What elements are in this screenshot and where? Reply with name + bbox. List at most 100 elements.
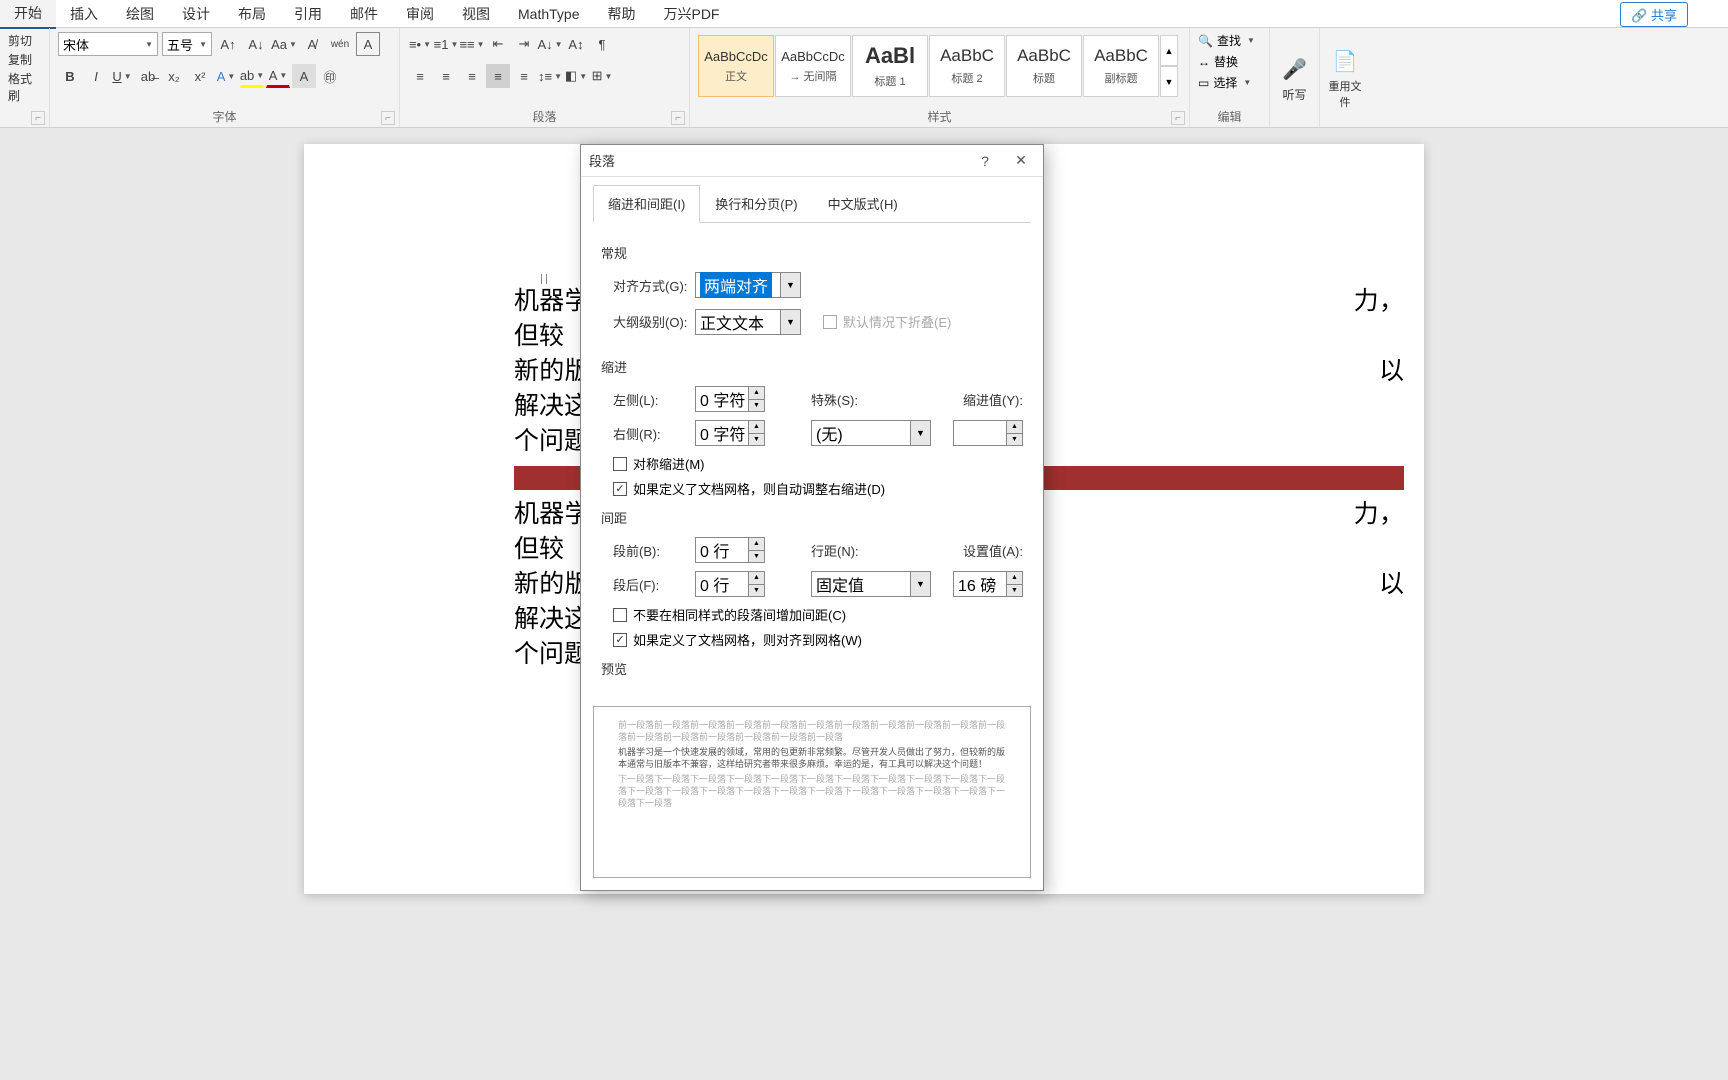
borders-icon[interactable]: ⊞▼ (590, 64, 614, 88)
asian-layout-icon[interactable]: A↕ (564, 32, 588, 56)
special-combo[interactable]: (无) ▼ (811, 420, 931, 446)
spinner-down-icon[interactable]: ▼ (748, 434, 764, 446)
align-right-icon[interactable]: ≡ (460, 64, 484, 88)
tab-layout[interactable]: 布局 (224, 0, 280, 28)
tab-design[interactable]: 设计 (168, 0, 224, 28)
chevron-down-icon[interactable]: ▼ (910, 572, 930, 596)
spinner-down-icon[interactable]: ▼ (748, 400, 764, 412)
tab-review[interactable]: 审阅 (392, 0, 448, 28)
increase-indent-icon[interactable]: ⇥ (512, 32, 536, 56)
outline-combo[interactable]: 正文文本 ▼ (695, 309, 801, 335)
font-launcher[interactable]: ⌐ (381, 111, 395, 125)
spinner-up-icon[interactable]: ▲ (748, 538, 764, 551)
spinner-down-icon[interactable]: ▼ (1006, 434, 1022, 446)
cut-button[interactable]: 剪切 (8, 32, 41, 49)
dialog-titlebar[interactable]: 段落 ? ✕ (581, 145, 1043, 177)
linespacing-combo[interactable]: 固定值 ▼ (811, 571, 931, 597)
align-center-icon[interactable]: ≡ (434, 64, 458, 88)
find-button[interactable]: 🔍查找▼ (1198, 32, 1261, 49)
spinner-up-icon[interactable]: ▲ (748, 572, 764, 585)
text-effects-icon[interactable]: A▼ (214, 64, 238, 88)
char-shading-icon[interactable]: A (292, 64, 316, 88)
spinner-up-icon[interactable]: ▲ (1006, 572, 1022, 585)
style-title[interactable]: AaBbC 标题 (1006, 35, 1082, 97)
sort-icon[interactable]: A↓▼ (538, 32, 562, 56)
subscript-icon[interactable]: x₂ (162, 64, 186, 88)
tab-asian[interactable]: 中文版式(H) (813, 185, 913, 222)
superscript-icon[interactable]: x² (188, 64, 212, 88)
tab-insert[interactable]: 插入 (56, 0, 112, 28)
snap-grid-checkbox[interactable] (613, 633, 627, 647)
spinner-down-icon[interactable]: ▼ (748, 551, 764, 563)
chevron-down-icon[interactable]: ▼ (910, 421, 930, 445)
underline-icon[interactable]: U▼ (110, 64, 134, 88)
mirror-indent-checkbox[interactable] (613, 457, 627, 471)
char-border-icon[interactable]: A (356, 32, 380, 56)
clear-format-icon[interactable]: A̸ (300, 32, 324, 56)
spinner-down-icon[interactable]: ▼ (748, 585, 764, 597)
spinner-up-icon[interactable]: ▲ (748, 421, 764, 434)
styles-more-icon[interactable]: ▼ (1160, 66, 1178, 97)
highlight-icon[interactable]: ab▼ (240, 64, 264, 88)
tab-mathtype[interactable]: MathType (504, 2, 593, 26)
tab-home[interactable]: 开始 (0, 0, 56, 29)
tab-help[interactable]: 帮助 (593, 0, 649, 28)
auto-right-indent-checkbox[interactable] (613, 482, 627, 496)
paragraph-launcher[interactable]: ⌐ (671, 111, 685, 125)
tab-indents[interactable]: 缩进和间距(I) (593, 185, 700, 223)
align-left-icon[interactable]: ≡ (408, 64, 432, 88)
multilevel-icon[interactable]: ≡≡▼ (460, 32, 484, 56)
tab-linebreaks[interactable]: 换行和分页(P) (700, 185, 812, 222)
style-heading1[interactable]: AaBl 标题 1 (852, 35, 928, 97)
help-icon[interactable]: ? (971, 147, 999, 175)
italic-icon[interactable]: I (84, 64, 108, 88)
numbering-icon[interactable]: ≡1▼ (434, 32, 458, 56)
tab-mailings[interactable]: 邮件 (336, 0, 392, 28)
styles-launcher[interactable]: ⌐ (1171, 111, 1185, 125)
show-marks-icon[interactable]: ¶ (590, 32, 614, 56)
font-name-combo[interactable]: 宋体▼ (58, 32, 158, 56)
strike-icon[interactable]: ab̶ (136, 64, 160, 88)
copy-button[interactable]: 复制 (8, 51, 41, 68)
align-justify-icon[interactable]: ≡ (486, 64, 510, 88)
shading-icon[interactable]: ◧▼ (564, 64, 588, 88)
font-color-icon[interactable]: A▼ (266, 64, 290, 88)
align-distribute-icon[interactable]: ≡ (512, 64, 536, 88)
tab-wanxingpdf[interactable]: 万兴PDF (649, 0, 733, 28)
grow-font-icon[interactable]: A↑ (216, 32, 240, 56)
tab-draw[interactable]: 绘图 (112, 0, 168, 28)
space-before-spinner[interactable]: 0 行 ▲▼ (695, 537, 765, 563)
bullets-icon[interactable]: ≡•▼ (408, 32, 432, 56)
alignment-combo[interactable]: 两端对齐 ▼ (695, 272, 801, 298)
font-size-combo[interactable]: 五号▼ (162, 32, 212, 56)
style-subtitle[interactable]: AaBbC 副标题 (1083, 35, 1159, 97)
change-case-icon[interactable]: Aa▼ (272, 32, 296, 56)
select-button[interactable]: ▭选择▼ (1198, 74, 1261, 91)
format-painter-button[interactable]: 格式刷 (8, 70, 41, 104)
bold-icon[interactable]: B (58, 64, 82, 88)
ruler-indent-mark[interactable] (541, 274, 547, 284)
style-nospacing[interactable]: AaBbCcDc → 无间隔 (775, 35, 851, 97)
reuse-group[interactable]: 📄 重用文件 (1320, 28, 1370, 127)
style-normal[interactable]: AaBbCcDc 正文 (698, 35, 774, 97)
chevron-down-icon[interactable]: ▼ (780, 273, 800, 297)
clipboard-launcher[interactable]: ⌐ (31, 111, 45, 125)
decrease-indent-icon[interactable]: ⇤ (486, 32, 510, 56)
close-icon[interactable]: ✕ (1007, 147, 1035, 175)
replace-button[interactable]: ↔替换 (1198, 53, 1261, 70)
indent-right-spinner[interactable]: 0 字符 ▲▼ (695, 420, 765, 446)
share-button[interactable]: 🔗 共享 (1620, 2, 1688, 27)
indent-left-spinner[interactable]: 0 字符 ▲▼ (695, 386, 765, 412)
spinner-down-icon[interactable]: ▼ (1006, 585, 1022, 597)
line-spacing-icon[interactable]: ↕≡▼ (538, 64, 562, 88)
styles-up-icon[interactable]: ▲ (1160, 35, 1178, 66)
tab-references[interactable]: 引用 (280, 0, 336, 28)
indentby-spinner[interactable]: ▲▼ (953, 420, 1023, 446)
dictate-group[interactable]: 🎤 听写 (1270, 28, 1320, 127)
at-spinner[interactable]: 16 磅 ▲▼ (953, 571, 1023, 597)
style-heading2[interactable]: AaBbC 标题 2 (929, 35, 1005, 97)
phonetic-icon[interactable]: wén (328, 32, 352, 56)
tab-view[interactable]: 视图 (448, 0, 504, 28)
chevron-down-icon[interactable]: ▼ (780, 310, 800, 334)
space-after-spinner[interactable]: 0 行 ▲▼ (695, 571, 765, 597)
